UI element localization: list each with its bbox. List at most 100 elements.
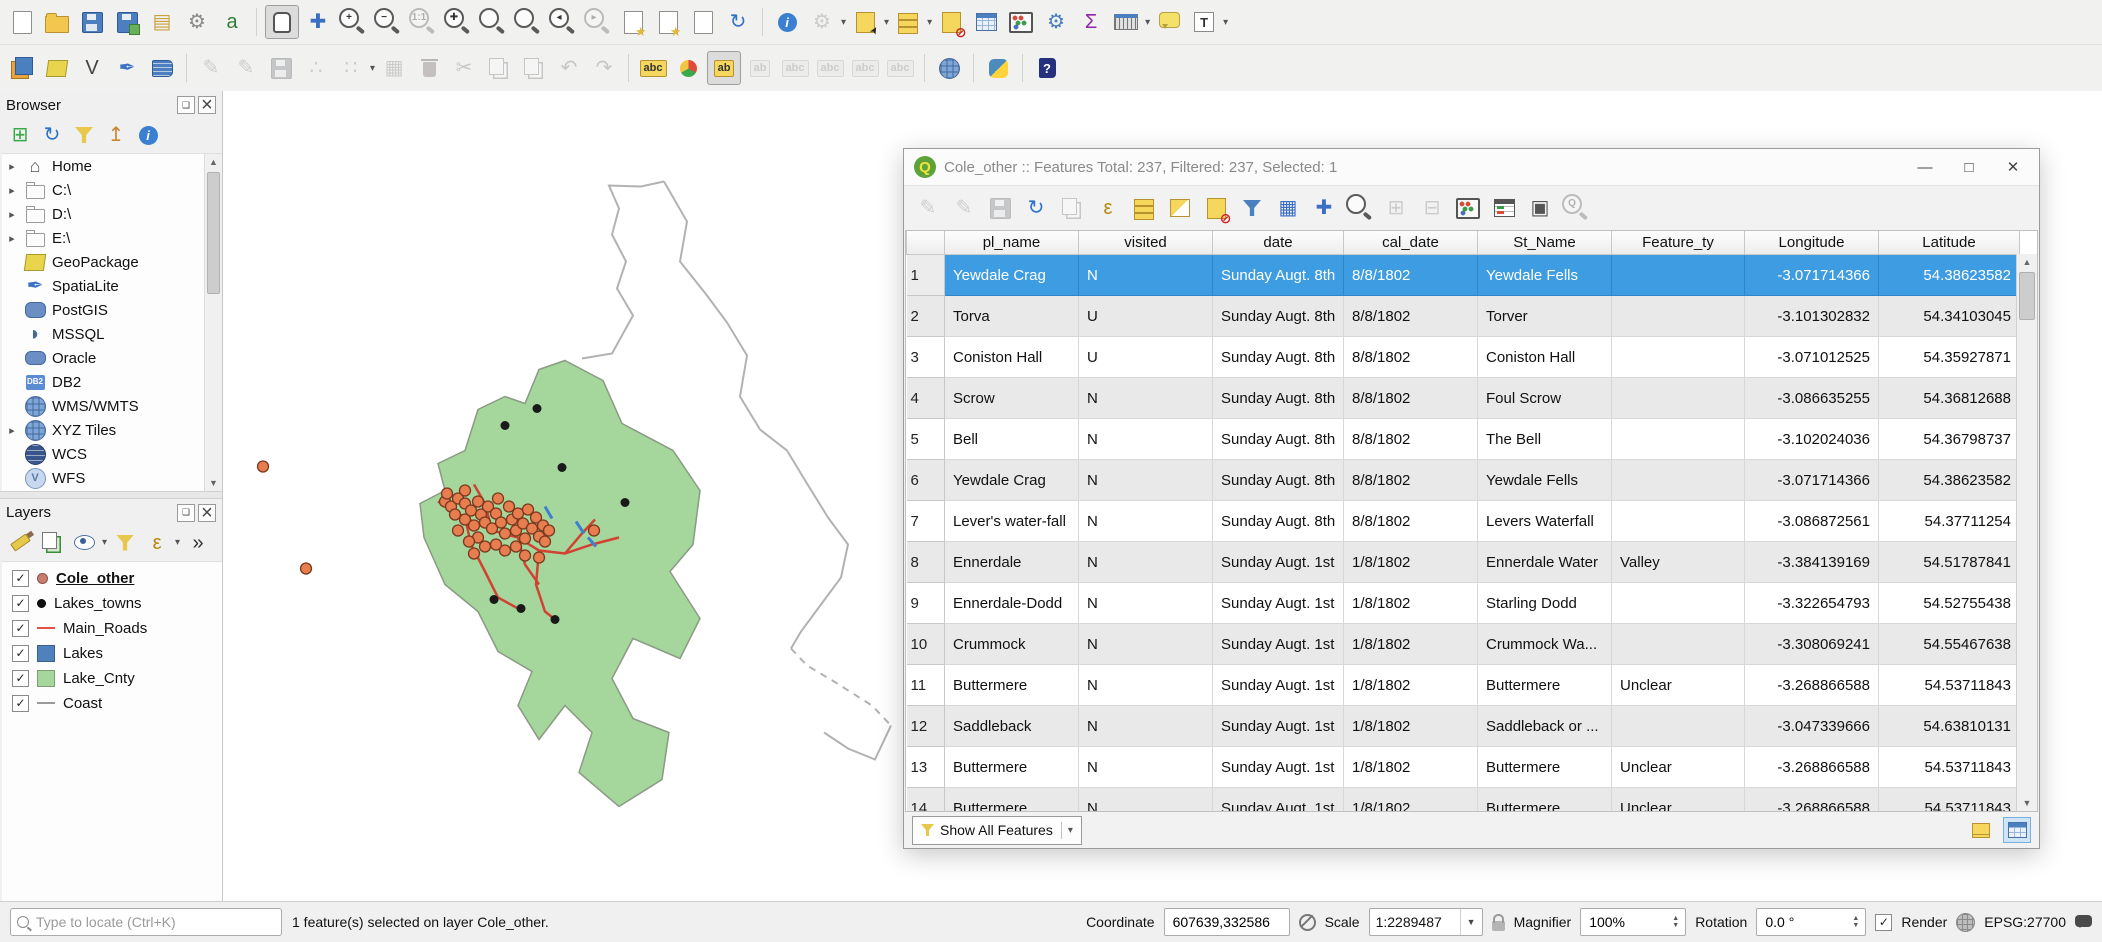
coordinate-field[interactable] bbox=[1164, 908, 1290, 936]
cell-feature_ty[interactable] bbox=[1612, 296, 1745, 337]
cell-visited[interactable]: N bbox=[1079, 460, 1213, 501]
cell-feature_ty[interactable]: Unclear bbox=[1612, 747, 1745, 788]
crs-value[interactable]: EPSG:27700 bbox=[1984, 914, 2066, 930]
cell-st_name[interactable]: Ennerdale Water bbox=[1478, 542, 1612, 583]
cell-feature_ty[interactable] bbox=[1612, 460, 1745, 501]
cell-latitude[interactable]: 54.37711254 bbox=[1879, 501, 2020, 542]
row-number[interactable]: 4 bbox=[907, 378, 945, 419]
cell-st_name[interactable]: Starling Dodd bbox=[1478, 583, 1612, 624]
new-spatialite-layer-button[interactable]: ✒ bbox=[111, 52, 143, 84]
cell-pl_name[interactable]: Torva bbox=[945, 296, 1079, 337]
rotation-spinbox[interactable]: ▲▼ bbox=[1756, 908, 1866, 936]
new-virtual-layer-button[interactable] bbox=[146, 52, 178, 84]
new-shapefile-layer-button[interactable]: V bbox=[76, 52, 108, 84]
table-row-12[interactable]: 12SaddlebackNSunday Augt. 1st1/8/1802Sad… bbox=[907, 706, 2020, 747]
cell-visited[interactable]: N bbox=[1079, 542, 1213, 583]
cell-date[interactable]: Sunday Augt. 8th bbox=[1213, 337, 1344, 378]
browser-float-button[interactable]: ❏ bbox=[177, 96, 195, 114]
cell-pl_name[interactable]: Yewdale Crag bbox=[945, 255, 1079, 296]
spinner-arrows-icon[interactable]: ▲▼ bbox=[1852, 915, 1859, 929]
browser-item-home[interactable]: ▸⌂Home bbox=[2, 154, 222, 178]
column-header-cal_date[interactable]: cal_date bbox=[1344, 231, 1478, 255]
layer-visibility-checkbox[interactable]: ✓ bbox=[12, 595, 29, 612]
cell-pl_name[interactable]: Buttermere bbox=[945, 788, 1079, 813]
filter-browser-button[interactable] bbox=[70, 121, 98, 149]
cell-pl_name[interactable]: Ennerdale bbox=[945, 542, 1079, 583]
table-toggle-editing-button[interactable]: ✎ bbox=[912, 192, 944, 224]
cell-longitude[interactable]: -3.384139169 bbox=[1745, 542, 1879, 583]
row-number[interactable]: 6 bbox=[907, 460, 945, 501]
zoom-native-button[interactable]: 1:1 bbox=[407, 6, 439, 38]
row-number[interactable]: 13 bbox=[907, 747, 945, 788]
cell-cal_date[interactable]: 1/8/1802 bbox=[1344, 747, 1478, 788]
move-selection-top-button[interactable]: ▦ bbox=[1272, 192, 1304, 224]
python-console-button[interactable] bbox=[982, 52, 1014, 84]
layers-float-button[interactable]: ❏ bbox=[177, 504, 195, 522]
row-number[interactable]: 14 bbox=[907, 788, 945, 813]
cell-date[interactable]: Sunday Augt. 8th bbox=[1213, 419, 1344, 460]
pin-labels-button[interactable]: ab bbox=[744, 52, 776, 84]
cell-latitude[interactable]: 54.38623582 bbox=[1879, 255, 2020, 296]
cell-cal_date[interactable]: 1/8/1802 bbox=[1344, 706, 1478, 747]
row-number[interactable]: 2 bbox=[907, 296, 945, 337]
table-row-4[interactable]: 4ScrowNSunday Augt. 8th8/8/1802Foul Scro… bbox=[907, 378, 2020, 419]
cell-visited[interactable]: N bbox=[1079, 419, 1213, 460]
current-edits-button[interactable]: ✎ bbox=[195, 52, 227, 84]
expand-arrow-icon[interactable]: ▸ bbox=[6, 424, 18, 437]
layer-item-coast[interactable]: ✓Coast bbox=[2, 691, 222, 716]
cell-pl_name[interactable]: Scrow bbox=[945, 378, 1079, 419]
expand-arrow-icon[interactable]: ▸ bbox=[6, 232, 18, 245]
panel-overflow-button[interactable]: » bbox=[184, 529, 212, 557]
save-layer-edits-button[interactable] bbox=[265, 52, 297, 84]
processing-toolbox-button[interactable]: ⚙ bbox=[1040, 6, 1072, 38]
layer-diagram-button[interactable] bbox=[672, 52, 704, 84]
new-print-layout-button[interactable]: ▤ bbox=[146, 6, 178, 38]
layout-manager-button[interactable]: ⚙ bbox=[181, 6, 213, 38]
cell-visited[interactable]: N bbox=[1079, 788, 1213, 813]
filter-legend-button[interactable] bbox=[111, 529, 139, 557]
cell-date[interactable]: Sunday Augt. 8th bbox=[1213, 460, 1344, 501]
identify-features-button[interactable]: i bbox=[771, 6, 803, 38]
cell-visited[interactable]: N bbox=[1079, 665, 1213, 706]
cell-latitude[interactable]: 54.52755438 bbox=[1879, 583, 2020, 624]
cell-visited[interactable]: N bbox=[1079, 747, 1213, 788]
expand-arrow-icon[interactable]: ▸ bbox=[6, 160, 18, 173]
cell-pl_name[interactable]: Lever's water-fall bbox=[945, 501, 1079, 542]
cell-pl_name[interactable]: Coniston Hall bbox=[945, 337, 1079, 378]
layer-visibility-checkbox[interactable]: ✓ bbox=[12, 645, 29, 662]
cell-cal_date[interactable]: 1/8/1802 bbox=[1344, 542, 1478, 583]
cell-st_name[interactable]: Yewdale Fells bbox=[1478, 255, 1612, 296]
table-row-5[interactable]: 5BellNSunday Augt. 8th8/8/1802The Bell-3… bbox=[907, 419, 2020, 460]
browser-item-wfs[interactable]: VWFS bbox=[2, 466, 222, 490]
column-header-feature_ty[interactable]: Feature_ty bbox=[1612, 231, 1745, 255]
run-feature-action-button[interactable]: ⚙ bbox=[806, 6, 838, 38]
scroll-up-icon[interactable]: ▲ bbox=[2017, 254, 2037, 270]
cell-st_name[interactable]: Buttermere bbox=[1478, 665, 1612, 706]
layer-item-cole-other[interactable]: ✓Cole_other bbox=[2, 566, 222, 591]
cell-longitude[interactable]: -3.086635255 bbox=[1745, 378, 1879, 419]
maximize-button[interactable]: □ bbox=[1947, 152, 1991, 182]
close-button[interactable]: ✕ bbox=[1991, 152, 2035, 182]
cell-visited[interactable]: U bbox=[1079, 337, 1213, 378]
cell-feature_ty[interactable] bbox=[1612, 419, 1745, 460]
row-number[interactable]: 9 bbox=[907, 583, 945, 624]
cell-st_name[interactable]: Yewdale Fells bbox=[1478, 460, 1612, 501]
browser-item-ows[interactable]: OWS bbox=[2, 490, 222, 491]
cell-latitude[interactable]: 54.36812688 bbox=[1879, 378, 2020, 419]
cell-st_name[interactable]: Foul Scrow bbox=[1478, 378, 1612, 419]
cell-latitude[interactable]: 54.63810131 bbox=[1879, 706, 2020, 747]
add-point-feature-button[interactable]: ∴ bbox=[300, 52, 332, 84]
table-row-11[interactable]: 11ButtermereNSunday Augt. 1st1/8/1802But… bbox=[907, 665, 2020, 706]
cell-longitude[interactable]: -3.308069241 bbox=[1745, 624, 1879, 665]
row-number[interactable]: 10 bbox=[907, 624, 945, 665]
cell-latitude[interactable]: 54.53711843 bbox=[1879, 665, 2020, 706]
dialog-titlebar[interactable]: Q Cole_other :: Features Total: 237, Fil… bbox=[904, 149, 2039, 186]
collapse-all-button[interactable]: ↥ bbox=[102, 121, 130, 149]
table-row-6[interactable]: 6Yewdale CragNSunday Augt. 8th8/8/1802Ye… bbox=[907, 460, 2020, 501]
cell-longitude[interactable]: -3.086872561 bbox=[1745, 501, 1879, 542]
style-manager-button[interactable]: a bbox=[216, 6, 248, 38]
cell-cal_date[interactable]: 1/8/1802 bbox=[1344, 624, 1478, 665]
chevron-down-icon[interactable]: ▾ bbox=[1223, 17, 1228, 28]
expand-arrow-icon[interactable]: ▸ bbox=[6, 184, 18, 197]
scroll-down-icon[interactable]: ▼ bbox=[2017, 795, 2037, 811]
